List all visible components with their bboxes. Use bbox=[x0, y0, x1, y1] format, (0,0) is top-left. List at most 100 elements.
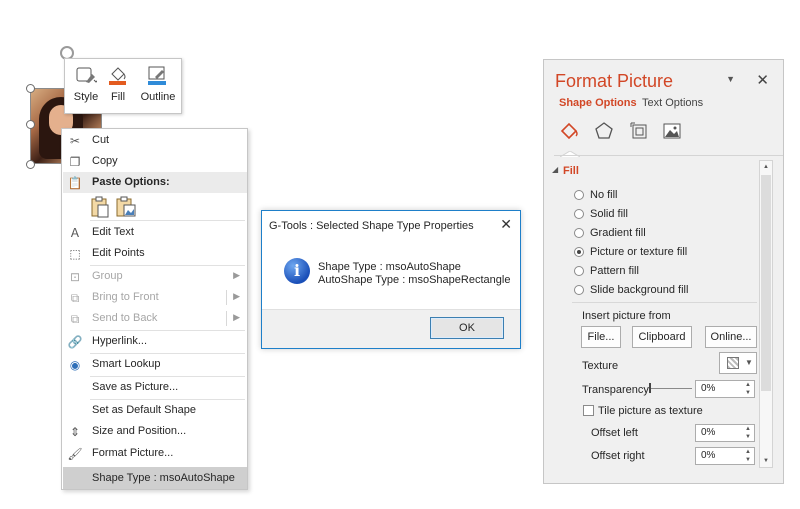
label-slide-background-fill: Slide background fill bbox=[590, 284, 689, 296]
hyperlink-icon: 🔗 bbox=[67, 335, 83, 349]
slider-thumb[interactable] bbox=[649, 383, 651, 393]
send-back-icon: ⧉ bbox=[70, 312, 80, 326]
menu-label-set-default-shape: Set as Default Shape bbox=[92, 404, 196, 416]
effects-category-icon[interactable] bbox=[593, 120, 615, 142]
insert-picture-from-label: Insert picture from bbox=[582, 310, 671, 322]
radio-gradient-fill[interactable] bbox=[574, 228, 586, 240]
tile-checkbox[interactable] bbox=[583, 405, 594, 416]
offset-right-label: Offset right bbox=[591, 450, 645, 462]
menu-item-smart-lookup[interactable]: ◉ Smart Lookup bbox=[63, 354, 247, 375]
menu-label-group: Group bbox=[92, 270, 123, 282]
picture-category-icon[interactable] bbox=[661, 120, 683, 142]
menu-label-copy: Copy bbox=[92, 155, 118, 167]
offset-right-value: 0% bbox=[701, 450, 716, 461]
transparency-slider[interactable] bbox=[649, 383, 692, 393]
offset-left-label: Offset left bbox=[591, 427, 638, 439]
scroll-up-icon[interactable]: ▲ bbox=[761, 161, 771, 173]
outline-button[interactable]: Outline bbox=[137, 63, 179, 111]
transparency-spinner[interactable]: 0% ▲ ▼ bbox=[695, 380, 755, 398]
label-solid-fill: Solid fill bbox=[590, 208, 628, 220]
spin-up-icon[interactable]: ▲ bbox=[745, 449, 751, 455]
clipboard-button[interactable]: Clipboard bbox=[632, 326, 692, 348]
offset-left-value: 0% bbox=[701, 427, 716, 438]
resize-handle-top-left[interactable] bbox=[26, 84, 35, 93]
paste-keep-formatting-icon[interactable] bbox=[90, 196, 110, 218]
paste-as-picture-icon[interactable] bbox=[115, 196, 137, 218]
close-icon[interactable]: ✕ bbox=[756, 71, 769, 89]
menu-item-set-default-shape[interactable]: Set as Default Shape bbox=[63, 400, 247, 421]
menu-item-edit-text[interactable]: Ａ Edit Text bbox=[63, 222, 247, 243]
menu-item-edit-points[interactable]: ⬚ Edit Points bbox=[63, 243, 247, 264]
tab-shape-options[interactable]: Shape Options bbox=[559, 97, 637, 109]
dialog-message-line-2: AutoShape Type : msoShapeRectangle bbox=[318, 274, 511, 286]
fill-label: Fill bbox=[110, 91, 126, 103]
spin-down-icon[interactable]: ▼ bbox=[745, 434, 751, 440]
menu-item-copy[interactable]: ❐ Copy bbox=[63, 151, 247, 172]
text-box-icon: Ａ bbox=[68, 226, 81, 240]
menu-item-size-position[interactable]: ⇕ Size and Position... bbox=[63, 421, 247, 442]
menu-item-cut[interactable]: ✂ Cut bbox=[63, 130, 247, 151]
label-pattern-fill: Pattern fill bbox=[590, 265, 639, 277]
fill-section-header[interactable]: Fill bbox=[563, 165, 579, 177]
collapse-triangle-icon[interactable]: ◢ bbox=[552, 165, 558, 174]
spin-down-icon[interactable]: ▼ bbox=[745, 457, 751, 463]
smart-lookup-icon: ◉ bbox=[69, 358, 81, 372]
radio-solid-fill[interactable] bbox=[574, 209, 586, 221]
texture-label: Texture bbox=[582, 360, 619, 372]
scroll-down-icon[interactable]: ▼ bbox=[761, 455, 771, 467]
resize-handle-bottom-left[interactable] bbox=[26, 160, 35, 169]
pane-options-dropdown-icon[interactable]: ▼ bbox=[726, 74, 735, 84]
size-position-icon: ⇕ bbox=[69, 425, 81, 439]
shape-style-icon bbox=[75, 65, 99, 85]
ok-button[interactable]: OK bbox=[430, 317, 504, 339]
radio-pattern-fill[interactable] bbox=[574, 266, 586, 278]
style-button[interactable]: Style bbox=[69, 63, 103, 111]
menu-item-bring-to-front[interactable]: ⧉ Bring to Front ▶ bbox=[63, 287, 247, 308]
radio-no-fill[interactable] bbox=[574, 190, 586, 202]
tab-text-options[interactable]: Text Options bbox=[642, 97, 703, 109]
menu-label-shape-type: Shape Type : msoAutoShape bbox=[92, 472, 235, 484]
radio-slide-background-fill[interactable] bbox=[574, 285, 586, 297]
split-divider bbox=[226, 311, 227, 326]
menu-item-format-picture[interactable]: 🖌 Format Picture... bbox=[63, 443, 247, 464]
mini-toolbar: Style Fill Outline bbox=[64, 58, 182, 114]
texture-picker[interactable]: ▼ bbox=[719, 352, 757, 374]
menu-item-send-to-back[interactable]: ⧉ Send to Back ▶ bbox=[63, 308, 247, 329]
spin-up-icon[interactable]: ▲ bbox=[745, 382, 751, 388]
file-button[interactable]: File... bbox=[581, 326, 621, 348]
menu-item-group[interactable]: ⊡ Group ▶ bbox=[63, 266, 247, 287]
outline-label: Outline bbox=[140, 91, 176, 103]
info-icon: i bbox=[284, 258, 310, 284]
resize-handle-left[interactable] bbox=[26, 120, 35, 129]
menu-label-smart-lookup: Smart Lookup bbox=[92, 358, 161, 370]
context-menu: ✂ Cut ❐ Copy 📋 Paste Options: Ａ Edit Tex… bbox=[61, 128, 248, 490]
dialog-title: G-Tools : Selected Shape Type Properties bbox=[269, 220, 474, 232]
menu-label-format-picture: Format Picture... bbox=[92, 447, 174, 459]
menu-label-edit-points: Edit Points bbox=[92, 247, 145, 259]
offset-right-spinner[interactable]: 0% ▲ ▼ bbox=[695, 447, 755, 465]
online-button[interactable]: Online... bbox=[705, 326, 757, 348]
size-properties-category-icon[interactable] bbox=[628, 120, 650, 142]
menu-separator bbox=[90, 220, 245, 221]
paint-bucket-icon bbox=[107, 65, 129, 85]
pane-scrollbar[interactable]: ▲ ▼ bbox=[759, 160, 773, 468]
dialog-message-line-1: Shape Type : msoAutoShape bbox=[318, 261, 461, 273]
radio-picture-texture-fill[interactable] bbox=[574, 247, 586, 259]
style-label: Style bbox=[73, 91, 99, 103]
paste-icon: 📋 bbox=[67, 176, 83, 190]
submenu-arrow-icon: ▶ bbox=[233, 291, 240, 301]
menu-item-hyperlink[interactable]: 🔗 Hyperlink... bbox=[63, 331, 247, 352]
format-picture-icon: 🖌 bbox=[67, 447, 83, 461]
offset-left-spinner[interactable]: 0% ▲ ▼ bbox=[695, 424, 755, 442]
label-gradient-fill: Gradient fill bbox=[590, 227, 646, 239]
fill-button[interactable]: Fill bbox=[105, 63, 131, 111]
scroll-thumb[interactable] bbox=[761, 175, 771, 391]
close-icon[interactable]: ✕ bbox=[500, 216, 512, 233]
spin-down-icon[interactable]: ▼ bbox=[745, 390, 751, 396]
spin-up-icon[interactable]: ▲ bbox=[745, 426, 751, 432]
fill-line-category-icon[interactable] bbox=[558, 120, 580, 142]
menu-item-shape-type[interactable]: Shape Type : msoAutoShape bbox=[63, 467, 247, 489]
menu-item-save-as-picture[interactable]: Save as Picture... bbox=[63, 377, 247, 398]
tile-label: Tile picture as texture bbox=[598, 405, 703, 417]
pane-divider bbox=[554, 155, 783, 156]
